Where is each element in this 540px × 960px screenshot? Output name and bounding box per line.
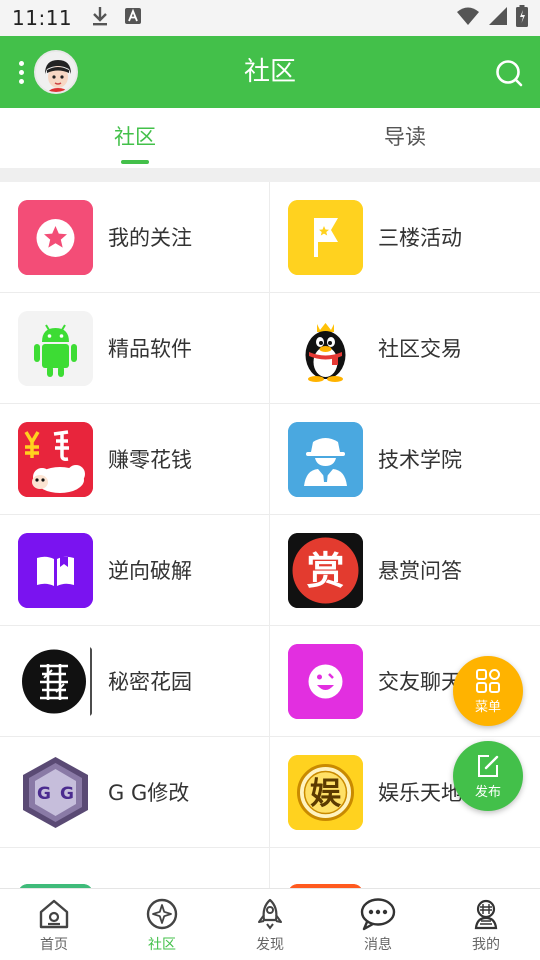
grid-item-label: 逆向破解: [108, 559, 192, 583]
smile-icon: [288, 643, 363, 719]
grid-item-label: 我的关注: [108, 226, 192, 250]
grid-item-label: 社区交易: [378, 337, 462, 361]
android-icon: [18, 310, 93, 386]
home-icon: [39, 899, 69, 929]
section-divider: [0, 168, 540, 182]
grid-item-label: 三楼活动: [378, 226, 462, 250]
book-icon: [18, 532, 93, 608]
svg-text:赏: 赏: [306, 549, 344, 593]
tab-guide[interactable]: 导读: [270, 108, 540, 168]
nav-item-messages[interactable]: 消息: [324, 889, 432, 960]
tab-label: 导读: [384, 125, 426, 149]
flag-icon: [288, 199, 363, 275]
post-fab-button[interactable]: 发布: [453, 741, 523, 811]
svg-text:G: G: [60, 784, 74, 804]
rocket-icon: [258, 898, 282, 930]
entertainment-icon: 娱: [288, 754, 363, 830]
grid-item-partial-right[interactable]: [270, 848, 540, 888]
avatar[interactable]: [34, 50, 78, 94]
grid-item-label: G G修改: [108, 781, 190, 805]
svg-text:G: G: [37, 784, 51, 804]
search-icon[interactable]: [494, 58, 524, 88]
profile-icon: [474, 899, 498, 930]
star-icon: [18, 199, 93, 275]
svg-text:娱: 娱: [310, 776, 342, 812]
status-time: 11:11: [12, 6, 73, 30]
menu-fab-button[interactable]: 菜单: [453, 656, 523, 726]
nav-label: 我的: [472, 937, 500, 953]
agent-icon: [288, 421, 363, 497]
bottom-navigation: 首页 社区 发现 消息 我的: [0, 888, 540, 960]
menu-fab-label: 菜单: [474, 699, 501, 715]
more-vertical-icon[interactable]: [10, 36, 32, 108]
wifi-icon: [456, 6, 480, 30]
gg-icon: G G: [18, 754, 93, 830]
grid-item-label: 交友聊天: [378, 670, 462, 694]
nav-item-profile[interactable]: 我的: [432, 889, 540, 960]
edit-icon: [478, 754, 499, 777]
app-bar: 社区: [0, 36, 540, 108]
tab-indicator: [121, 160, 149, 164]
grid-item-label: 精品软件: [108, 337, 192, 361]
grid-item-gg-modifier[interactable]: G G G G修改: [0, 737, 270, 848]
page-title: 社区: [243, 57, 296, 87]
grid-item-label: 技术学院: [378, 448, 462, 472]
battery-icon: [516, 5, 528, 31]
grid-item-secret-garden[interactable]: 秘密花园: [0, 626, 270, 737]
post-fab-label: 发布: [474, 784, 501, 800]
nav-item-home[interactable]: 首页: [0, 889, 108, 960]
grid-item-my-follow[interactable]: 我的关注: [0, 182, 270, 293]
grid-item-label: 悬赏问答: [378, 559, 462, 583]
grid-item-reward-qa[interactable]: 赏 悬赏问答: [270, 515, 540, 626]
penguin-icon: [288, 310, 363, 386]
nav-label: 发现: [256, 937, 284, 953]
grid-item-tech-academy[interactable]: 技术学院: [270, 404, 540, 515]
grid-item-label: 娱乐天地: [378, 781, 462, 805]
community-icon: [146, 898, 178, 930]
tab-community[interactable]: 社区: [0, 108, 270, 168]
status-bar: 11:11: [0, 0, 540, 36]
signal-icon: [488, 6, 508, 30]
nav-label: 消息: [364, 937, 392, 953]
reward-icon: 赏: [288, 532, 363, 608]
grid-item-partial-left[interactable]: [0, 848, 270, 888]
download-icon: [90, 5, 110, 31]
emblem-icon: [18, 643, 93, 719]
grid-item-community-trade[interactable]: 社区交易: [270, 293, 540, 404]
nav-label: 社区: [148, 937, 176, 953]
message-icon: [360, 898, 396, 931]
grid-menu-icon: [476, 668, 500, 693]
grid-item-label: 赚零花钱: [108, 448, 192, 472]
top-tabs: 社区 导读: [0, 108, 540, 168]
nav-label: 首页: [40, 937, 68, 953]
grid-item-label: 秘密花园: [108, 670, 192, 694]
sheep-icon: [18, 421, 93, 497]
grid-item-premium-software[interactable]: 精品软件: [0, 293, 270, 404]
grid-item-earn-money[interactable]: 赚零花钱: [0, 404, 270, 515]
tab-label: 社区: [114, 125, 156, 149]
a-badge-icon: [124, 7, 142, 29]
grid-item-third-floor-events[interactable]: 三楼活动: [270, 182, 540, 293]
grid-item-reverse-cracking[interactable]: 逆向破解: [0, 515, 270, 626]
nav-item-community[interactable]: 社区: [108, 889, 216, 960]
nav-item-discover[interactable]: 发现: [216, 889, 324, 960]
